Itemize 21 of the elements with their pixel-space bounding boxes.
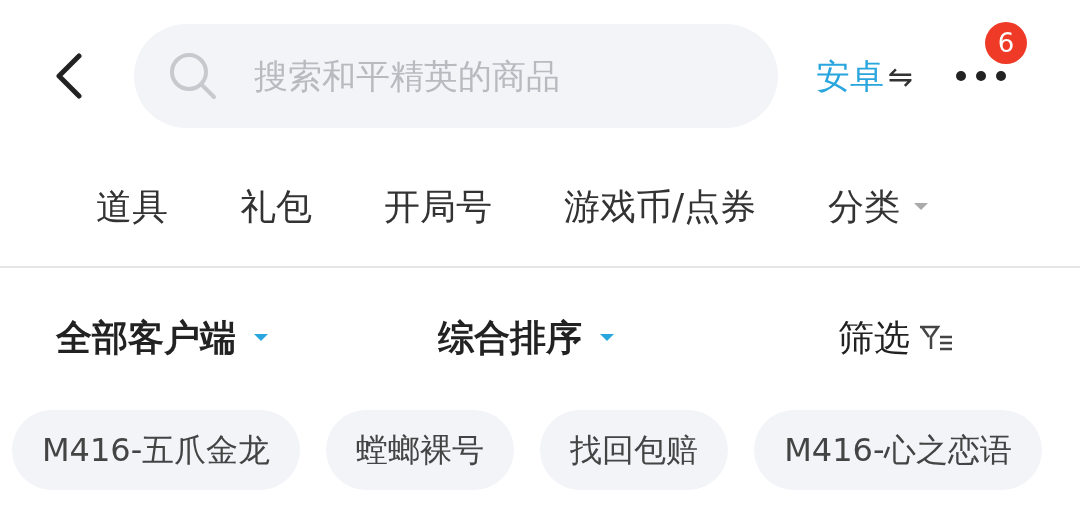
tag-chip[interactable]: M416-五爪金龙	[12, 410, 301, 490]
caret-icon	[252, 333, 270, 343]
sort-dropdown[interactable]: 综合排序	[438, 311, 838, 365]
back-icon	[53, 53, 83, 99]
sort-dropdown[interactable]: 全部客户端	[56, 311, 438, 365]
category-tab[interactable]: 开局号	[384, 180, 492, 234]
tag-chip[interactable]: 螳螂裸号	[326, 410, 515, 490]
search-field[interactable]: 搜索和平精英的商品	[134, 24, 778, 128]
category-tab[interactable]: 道具	[96, 180, 168, 234]
swap-icon[interactable]: ⇋	[888, 53, 914, 99]
notification-badge: 6	[985, 22, 1028, 64]
more-icon[interactable]	[955, 70, 1008, 82]
filter-button[interactable]: 筛选	[838, 311, 1080, 365]
tag-chip[interactable]: M416-心之恋语	[754, 410, 1043, 490]
category-tab[interactable]: 礼包	[240, 180, 312, 234]
caret-icon	[598, 333, 616, 343]
category-tab[interactable]: 游戏币/点券	[564, 180, 757, 234]
category-tab[interactable]: 分类	[828, 180, 931, 234]
search-icon	[168, 51, 218, 101]
tag-chip[interactable]: 找回包赔	[540, 410, 729, 490]
filter-icon	[918, 324, 954, 352]
